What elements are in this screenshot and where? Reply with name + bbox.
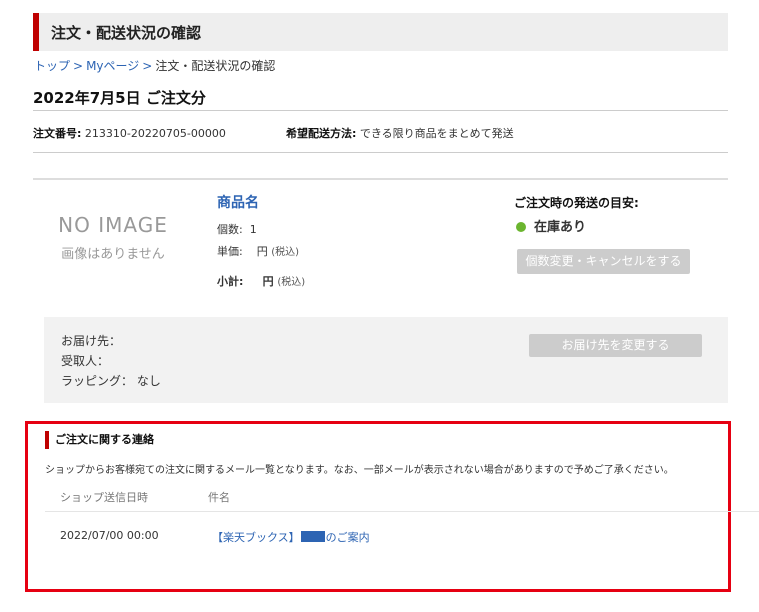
page-title-bar: 注文・配送状況の確認 (33, 13, 728, 51)
quantity-value: 1 (249, 223, 257, 236)
breadcrumb-separator: > (142, 59, 153, 73)
breadcrumb-separator: > (73, 59, 84, 73)
mail-subject-prefix: 【楽天ブックス】 (212, 531, 300, 544)
shipping-method: 希望配送方法: できる限り商品をまとめて発送 (286, 125, 514, 141)
stock-status: 在庫あり (516, 216, 586, 235)
order-date-title: 2022年7月5日 ご注文分 (33, 89, 206, 107)
shipping-method-value: できる限り商品をまとめて発送 (359, 127, 514, 140)
breadcrumb: トップ > Myページ > 注文・配送状況の確認 (34, 57, 275, 74)
delivery-address-label: お届け先： (61, 334, 122, 348)
change-delivery-address-button[interactable]: お届け先を変更する (529, 334, 702, 357)
divider (33, 178, 728, 180)
breadcrumb-mypage-link[interactable]: Myページ (86, 59, 139, 73)
column-header-sent-date: ショップ送信日時 (60, 491, 148, 504)
order-number-label: 注文番号: (33, 127, 82, 140)
shipping-estimate-heading: ご注文時の発送の目安: (514, 196, 639, 210)
product-subtotal: 小計: 円 (税込) (217, 273, 305, 289)
product-name-link[interactable]: 商品名 (217, 192, 259, 212)
divider (33, 110, 728, 111)
unit-price-label: 単価: (217, 245, 243, 258)
no-image-subtext: 画像はありません (61, 247, 165, 262)
status-dot-icon (516, 222, 526, 232)
breadcrumb-top-link[interactable]: トップ (34, 59, 70, 73)
redacted-block (300, 531, 325, 542)
subtotal-value: 円 (262, 275, 274, 288)
column-header-subject: 件名 (208, 491, 230, 504)
order-contact-description: ショップからお客様宛ての注文に関するメール一覧となります。なお、一部メールが表示… (45, 465, 674, 476)
breadcrumb-current: 注文・配送状況の確認 (155, 59, 276, 73)
tax-note: (税込) (271, 247, 300, 258)
unit-price-value: 円 (256, 245, 268, 258)
product-quantity: 個数: 1 (217, 221, 257, 237)
product-no-image: NO IMAGE 画像はありません (33, 213, 193, 262)
order-contact-heading: ご注文に関する連絡 (45, 431, 154, 449)
wrapping-info: ラッピング： なし (61, 372, 161, 389)
page-title: 注文・配送状況の確認 (51, 24, 202, 42)
tax-note: (税込) (277, 277, 306, 288)
stock-status-text: 在庫あり (534, 220, 587, 235)
mail-sent-date: 2022/07/00 00:00 (60, 529, 159, 542)
subtotal-label: 小計: (217, 275, 244, 288)
order-number: 注文番号: 213310-20220705-00000 (33, 125, 226, 141)
quantity-label: 個数: (217, 223, 243, 236)
delivery-info-panel: お届け先： 受取人： ラッピング： なし お届け先を変更する (44, 317, 728, 403)
order-number-value: 213310-20220705-00000 (84, 127, 226, 140)
no-image-text: NO IMAGE (58, 213, 168, 237)
wrapping-label: ラッピング： (61, 374, 134, 388)
recipient-label: 受取人： (61, 354, 110, 368)
mail-subject-link[interactable]: 【楽天ブックス】 のご案内 (212, 529, 370, 545)
wrapping-value: なし (136, 374, 161, 388)
shipping-method-label: 希望配送方法: (286, 127, 357, 140)
product-unit-price: 単価: 円 (税込) (217, 243, 299, 259)
table-divider (45, 511, 759, 512)
mail-subject-suffix: のご案内 (325, 531, 370, 544)
divider (33, 152, 728, 153)
change-quantity-cancel-button[interactable]: 個数変更・キャンセルをする (517, 249, 690, 274)
